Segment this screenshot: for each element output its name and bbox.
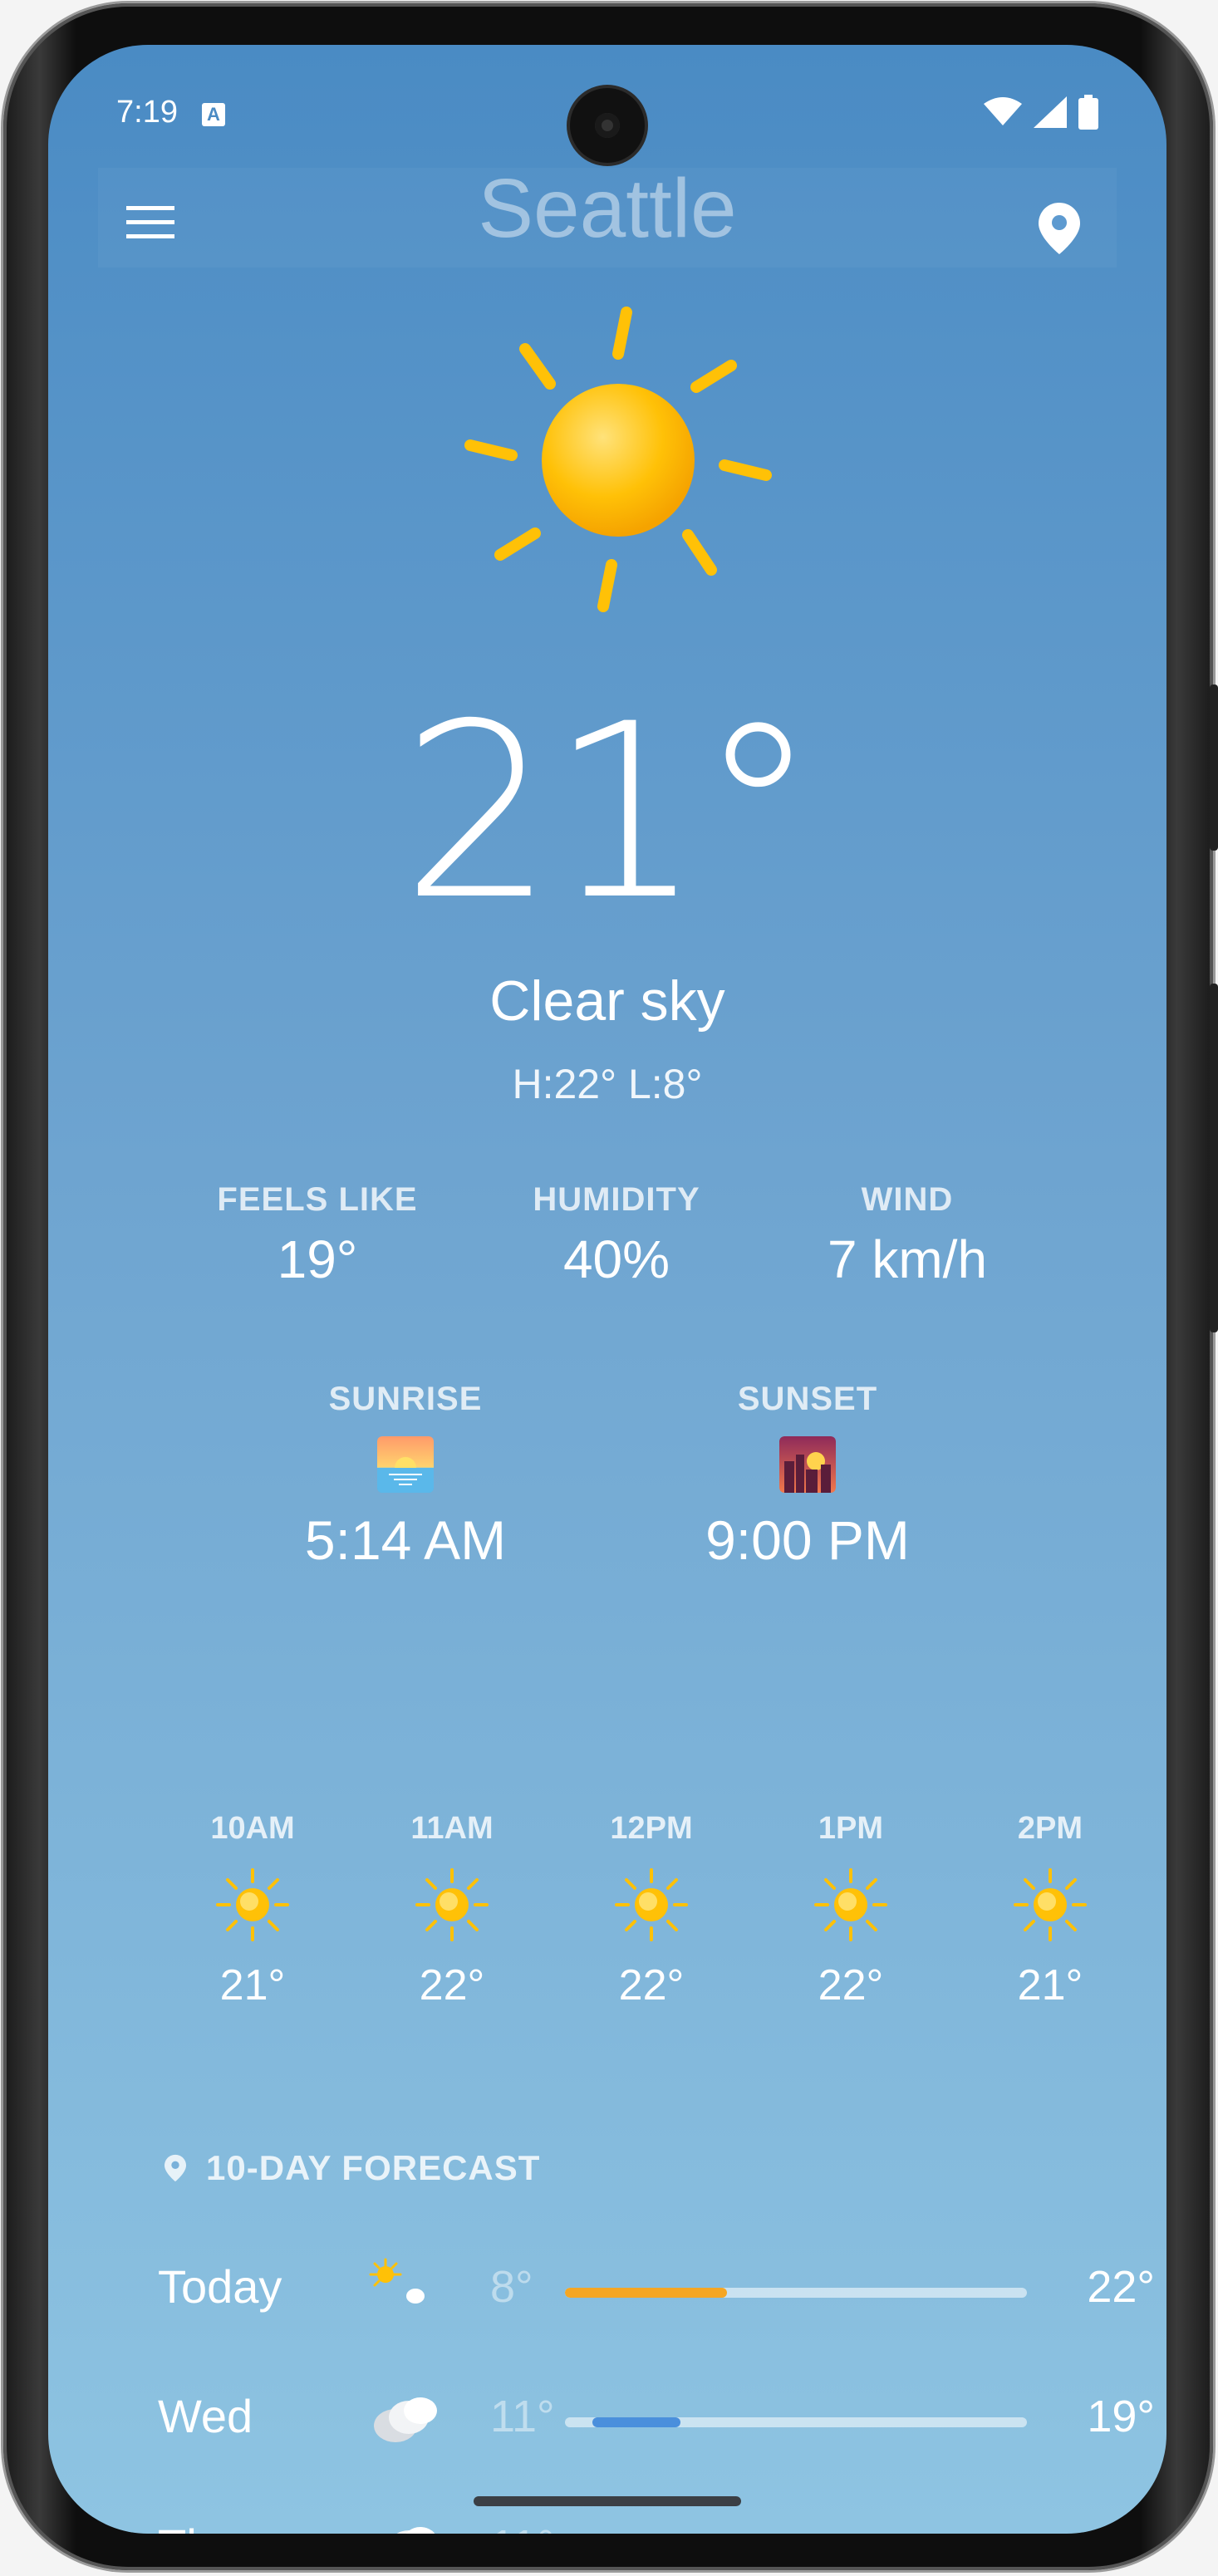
sun-icon xyxy=(415,1868,489,1941)
current-temperature: 21° xyxy=(400,673,818,953)
hourly-item: 12PM 22° xyxy=(568,1811,734,2010)
hour-label: 2PM xyxy=(1017,1811,1083,1846)
forecast-day: Wed xyxy=(158,2390,253,2442)
forecast-title: 10-DAY FORECAST xyxy=(206,2148,541,2187)
weather-condition: Clear sky xyxy=(489,969,725,1033)
high-low-temperature: H:22° L:8° xyxy=(512,1061,703,1107)
side-button-top xyxy=(1210,684,1218,851)
humidity-stat: HUMIDITY 40% xyxy=(475,1181,758,1290)
hour-label: 12PM xyxy=(610,1811,693,1846)
sun-icon xyxy=(216,1868,289,1941)
sun-icon xyxy=(1014,1868,1087,1941)
sunrise-block: SUNRISE 5:14 AM xyxy=(239,1381,572,1572)
temperature-range-fill xyxy=(592,2417,680,2427)
location-pin-icon[interactable] xyxy=(1039,203,1080,254)
hour-label: 10AM xyxy=(210,1811,295,1846)
sunrise-label: SUNRISE xyxy=(328,1381,483,1417)
hour-temp: 22° xyxy=(818,1961,884,2009)
clear-sky-sun-icon xyxy=(464,307,772,612)
forecast-row[interactable]: Thu 11° 22° xyxy=(158,2504,1155,2534)
forecast-high: 22° xyxy=(1087,2520,1155,2534)
status-time: 7:19 xyxy=(116,95,178,130)
hour-label: 11AM xyxy=(410,1811,494,1846)
hour-temp: 22° xyxy=(419,1961,485,2009)
sunset-label: SUNSET xyxy=(737,1381,878,1417)
temperature-range-fill xyxy=(565,2288,727,2298)
humidity-label: HUMIDITY xyxy=(533,1181,700,1218)
sunrise-icon xyxy=(377,1436,434,1493)
notification-badge: A xyxy=(202,103,225,126)
hourly-item: 11AM 22° xyxy=(369,1811,535,2010)
cloud-icon xyxy=(374,2397,437,2442)
hour-label: 1PM xyxy=(818,1811,884,1846)
wind-label: WIND xyxy=(861,1181,954,1218)
front-camera xyxy=(570,88,645,163)
sunrise-time: 5:14 AM xyxy=(304,1509,507,1571)
wifi-icon xyxy=(984,97,1022,125)
sunset-icon xyxy=(779,1436,836,1493)
cloud-icon xyxy=(396,2527,435,2534)
hourly-item: 10AM 21° xyxy=(169,1811,336,2010)
forecast-row[interactable]: Wed 11° 19° xyxy=(158,2374,1155,2466)
hour-temp: 21° xyxy=(1017,1961,1083,2009)
battery-icon xyxy=(1078,95,1098,130)
sun-cloud-icon xyxy=(369,2258,425,2304)
app-screen: 7:19 A Seattle 21° Clear sky H:22° L:8° … xyxy=(48,45,1166,2534)
humidity-value: 40% xyxy=(562,1229,670,1289)
forecast-high: 19° xyxy=(1087,2392,1155,2441)
forecast-header: 10-DAY FORECAST xyxy=(165,2145,540,2191)
forecast-day: Thu xyxy=(158,2519,238,2534)
wind-stat: WIND 7 km/h xyxy=(766,1181,1049,1290)
home-gesture-bar[interactable] xyxy=(474,2496,741,2506)
side-button-bottom xyxy=(1210,984,1218,1332)
feels-like-label: FEELS LIKE xyxy=(217,1181,418,1218)
forecast-row[interactable]: Today 8° 22° xyxy=(158,2245,1155,2336)
temperature-range-bar xyxy=(565,2288,1027,2298)
forecast-low: 8° xyxy=(490,2262,533,2312)
signal-icon xyxy=(1034,96,1067,128)
hour-temp: 22° xyxy=(618,1961,685,2009)
temperature-range-bar xyxy=(565,2417,1027,2427)
feels-like-stat: FEELS LIKE 19° xyxy=(176,1181,459,1290)
feels-like-value: 19° xyxy=(277,1229,358,1289)
sun-icon xyxy=(814,1868,887,1941)
forecast-low: 11° xyxy=(490,2520,555,2534)
location-pin-icon xyxy=(165,2154,186,2182)
hourly-item: 2PM 21° xyxy=(967,1811,1133,2010)
hourly-item: 1PM 22° xyxy=(768,1811,934,2010)
hour-temp: 21° xyxy=(219,1961,286,2009)
status-icons xyxy=(984,95,1098,130)
city-name: Seattle xyxy=(478,162,737,255)
sunset-time: 9:00 PM xyxy=(705,1509,910,1571)
sunset-block: SUNSET 9:00 PM xyxy=(641,1381,974,1572)
sun-icon xyxy=(615,1868,688,1941)
forecast-low: 11° xyxy=(490,2392,555,2441)
forecast-high: 22° xyxy=(1087,2262,1155,2312)
forecast-day: Today xyxy=(158,2260,282,2313)
wind-value: 7 km/h xyxy=(827,1229,988,1289)
